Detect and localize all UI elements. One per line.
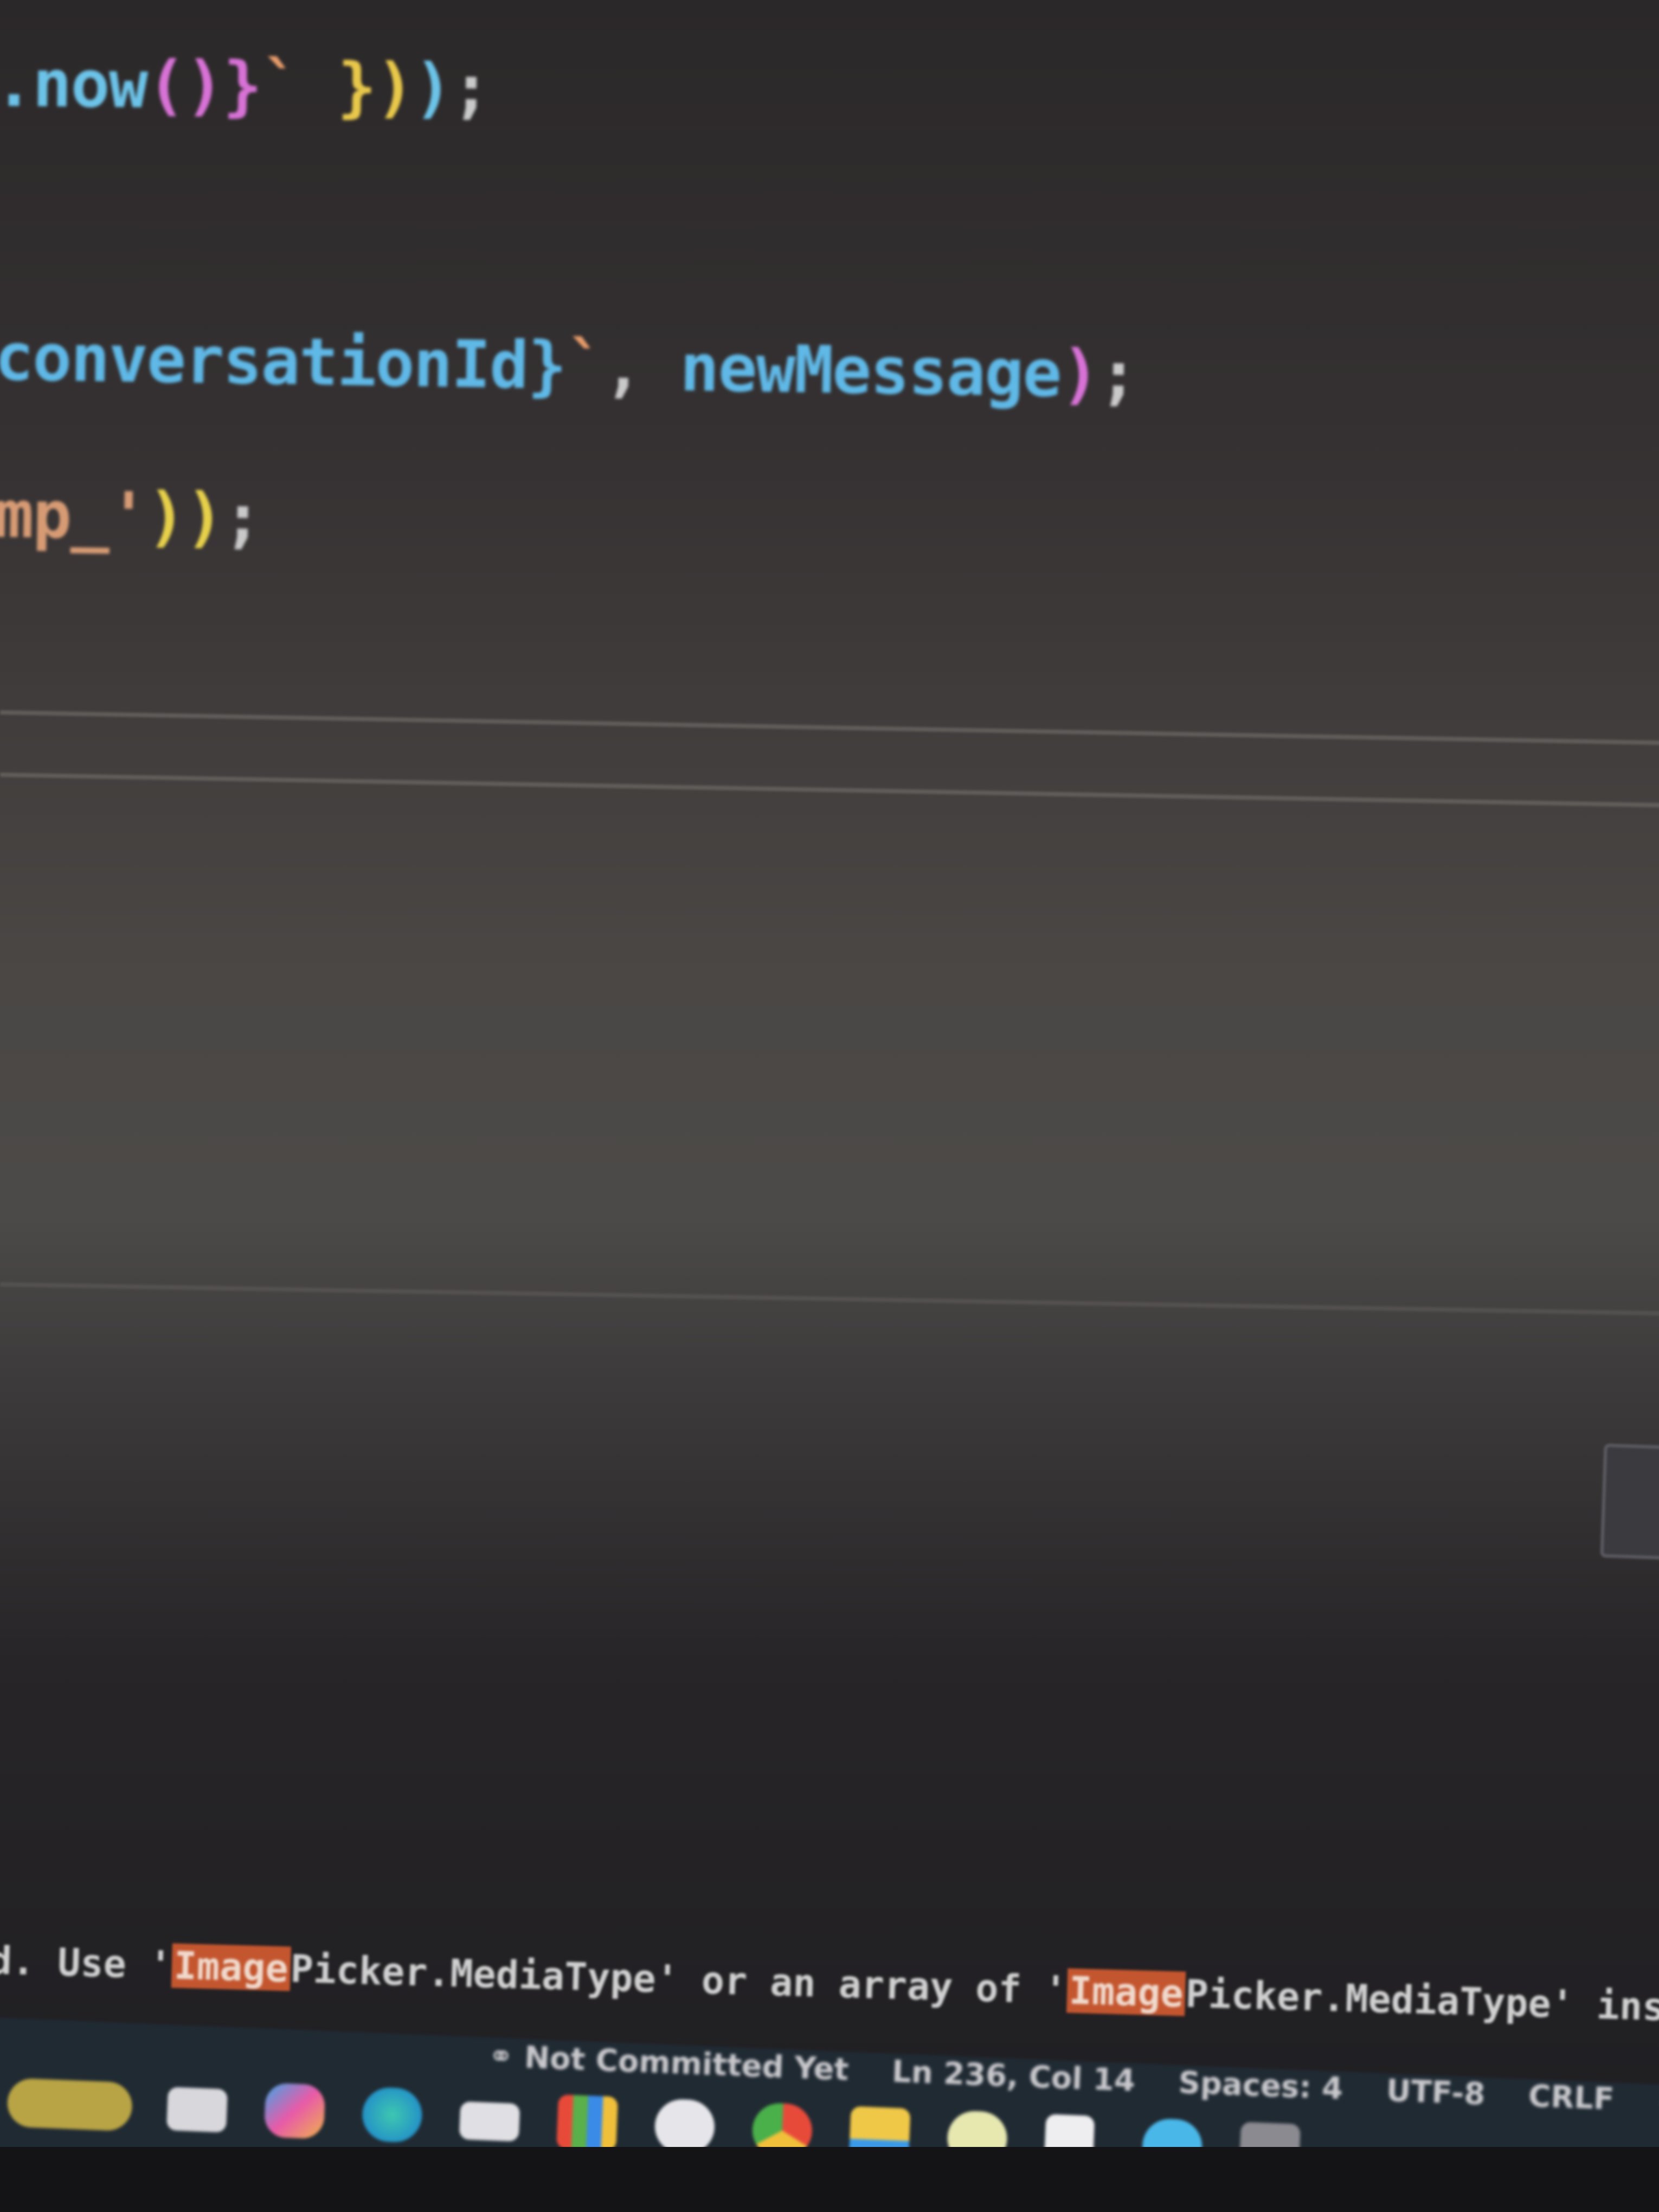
store-icon[interactable] — [556, 2094, 619, 2151]
code-line[interactable]: .now()}` })); — [0, 46, 490, 127]
monitor-bezel — [0, 2147, 1659, 2212]
code-token-method: .now — [0, 46, 147, 123]
code-token-brace: } — [527, 328, 567, 404]
problem-text: d. Use ' — [0, 1938, 173, 1988]
code-token-semicolon: ; — [451, 50, 490, 127]
code-token-template-end: ` — [565, 329, 605, 405]
code-token-close-paren: ) — [413, 50, 452, 126]
search-highlight: Image — [1066, 1968, 1186, 2016]
weather-widget-icon[interactable] — [6, 2078, 133, 2132]
line-ending[interactable]: CRLF — [1528, 2079, 1615, 2117]
code-line[interactable]: mp_')); — [0, 477, 262, 556]
code-token-template-end: ` — [260, 49, 300, 125]
indentation-setting[interactable]: Spaces: 4 — [1178, 2065, 1343, 2107]
code-token-semicolon: ; — [1098, 337, 1138, 414]
teams-icon[interactable] — [459, 2101, 520, 2142]
panel-side-button[interactable] — [1600, 1443, 1659, 1560]
file-encoding[interactable]: UTF-8 — [1386, 2073, 1486, 2112]
code-token-variable: conversationId — [0, 320, 529, 404]
edge-browser-icon[interactable] — [361, 2086, 423, 2143]
code-token-string: mp_ — [0, 477, 110, 554]
code-token-close-braces: }) — [299, 49, 414, 126]
code-token-argument: newMessage — [679, 330, 1062, 412]
cursor-position[interactable]: Ln 236, Col 14 — [891, 2054, 1136, 2099]
code-token-quote: ' — [108, 478, 147, 555]
language-mode[interactable]: { — [1657, 2084, 1659, 2119]
empty-panel — [0, 781, 1659, 1279]
code-token-comma: , — [603, 329, 681, 406]
code-token-close-paren: ) — [1060, 336, 1100, 413]
code-line[interactable]: conversationId}`, newMessage); — [0, 320, 1137, 413]
pane-divider[interactable] — [0, 710, 1659, 748]
terminal-panel[interactable] — [0, 1290, 1659, 2049]
monitor-screen: .now()}` })); conversationId}`, newMessa… — [0, 0, 1659, 2212]
chat-icon[interactable] — [653, 2098, 716, 2155]
code-token-close-parens: )) — [146, 479, 224, 556]
code-token-parens: () — [146, 47, 224, 124]
copilot-icon[interactable] — [263, 2082, 326, 2139]
task-view-icon[interactable] — [166, 2087, 228, 2133]
code-token-brace: } — [222, 48, 262, 125]
code-editor[interactable]: .now()}` })); conversationId}`, newMessa… — [0, 0, 1659, 705]
code-token-semicolon: ; — [222, 480, 262, 556]
git-commit-icon[interactable]: ⚭ — [487, 2039, 514, 2075]
search-highlight: Image — [171, 1943, 291, 1991]
